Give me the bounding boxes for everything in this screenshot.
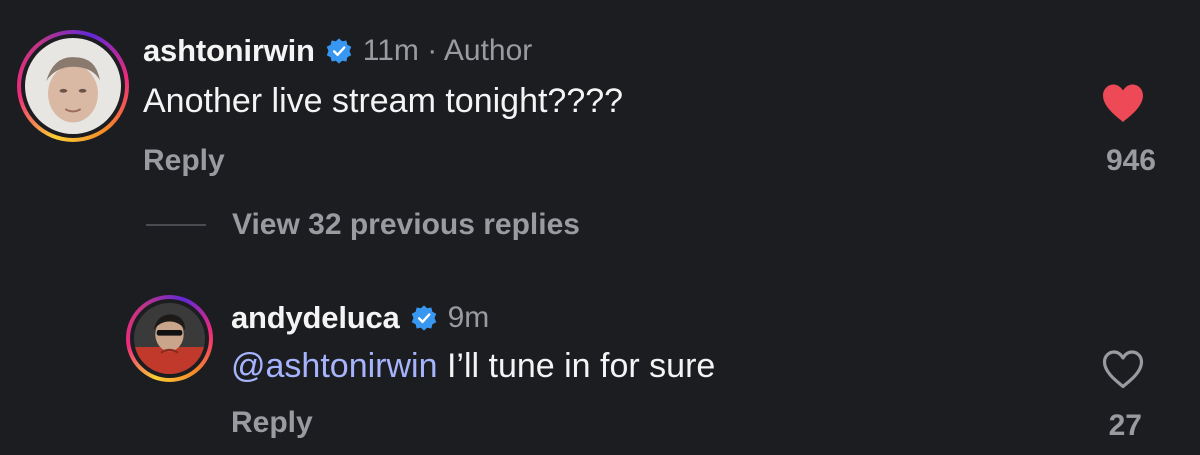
comment-meta: 11m · Author (362, 34, 533, 67)
comment-body: Another live stream tonight???? (143, 82, 624, 120)
view-previous-replies[interactable]: View 32 previous replies (146, 208, 580, 242)
avatar-gap (130, 299, 209, 378)
avatar-image (25, 38, 121, 134)
comment-body: I’ll tune in for sure (437, 347, 716, 385)
comment-andydeluca: andydeluca 9m @ashtonirwin I’ll tune in … (0, 285, 1200, 455)
view-replies-label: View 32 previous replies (232, 208, 580, 241)
like-count[interactable]: 946 (1106, 144, 1156, 178)
comment-header: ashtonirwin 11m · Author (143, 30, 532, 72)
username[interactable]: ashtonirwin (143, 33, 315, 69)
avatar (134, 303, 205, 374)
avatar-image (134, 303, 205, 374)
heart-filled-icon (1103, 84, 1143, 122)
comment-header: andydeluca 9m (231, 298, 489, 338)
comment-ashtonirwin: ashtonirwin 11m · Author Another live st… (0, 0, 1200, 200)
verified-badge-icon (325, 37, 353, 65)
mention-link[interactable]: @ashtonirwin (231, 347, 438, 385)
like-button[interactable] (1100, 348, 1146, 390)
comment-meta: 9m (447, 301, 490, 334)
comment-text: @ashtonirwin I’ll tune in for sure (231, 347, 715, 386)
avatar-story-ring[interactable] (17, 30, 129, 142)
avatar-gap (21, 34, 125, 138)
reply-button[interactable]: Reply (231, 406, 313, 440)
avatar-story-ring[interactable] (126, 295, 213, 382)
comment-text: Another live stream tonight???? (143, 82, 623, 121)
replies-divider-line (146, 224, 206, 226)
reply-button[interactable]: Reply (143, 144, 225, 178)
heart-outline-icon (1102, 350, 1144, 389)
avatar (25, 38, 121, 134)
like-button[interactable] (1100, 82, 1146, 124)
username[interactable]: andydeluca (231, 300, 400, 336)
verified-badge-icon (410, 304, 438, 332)
like-count[interactable]: 27 (1109, 409, 1142, 443)
